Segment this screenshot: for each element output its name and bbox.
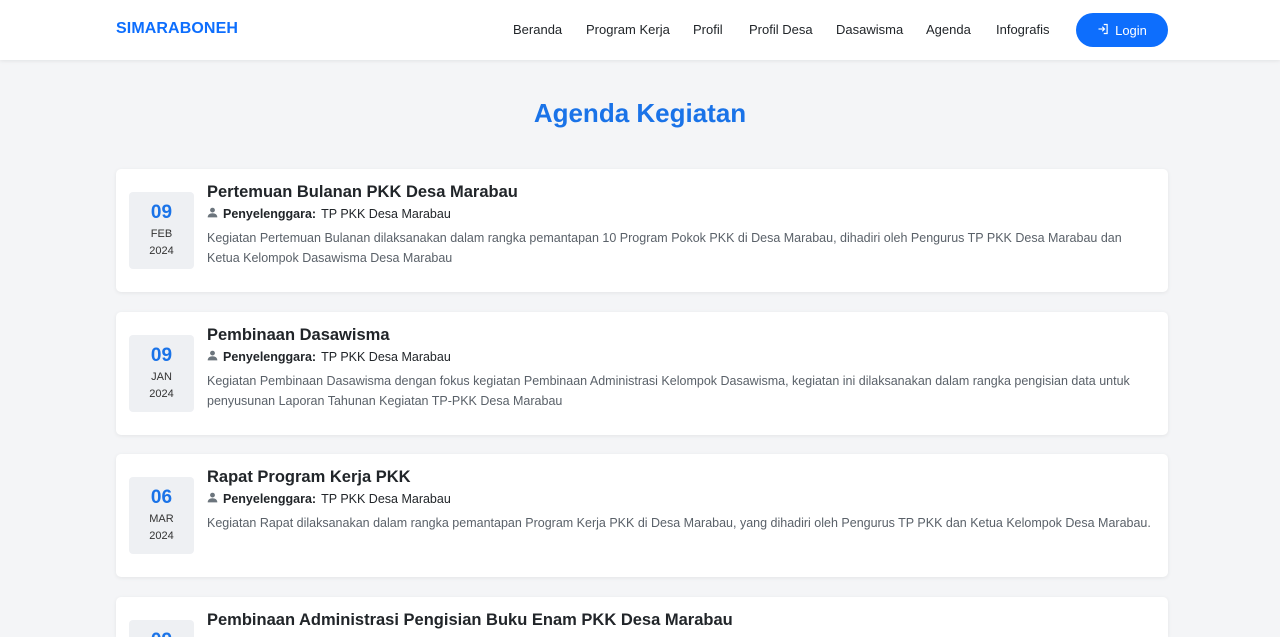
date-month: MAR (149, 513, 174, 525)
user-icon (207, 492, 218, 506)
organizer-row: Penyelenggara: TP PKK Desa Marabau (207, 492, 451, 506)
organizer-name: TP PKK Desa Marabau (321, 350, 451, 364)
date-year: 2024 (149, 245, 174, 257)
organizer-name: TP PKK Desa Marabau (321, 207, 451, 221)
nav-link-program-kerja[interactable]: Program Kerja (586, 22, 670, 37)
date-day: 09 (129, 630, 194, 637)
date-year: 2024 (149, 530, 174, 542)
agenda-title: Pertemuan Bulanan PKK Desa Marabau (207, 183, 518, 201)
login-button[interactable]: Login (1076, 13, 1168, 47)
date-badge: 09 (129, 620, 194, 637)
user-icon (207, 350, 218, 364)
organizer-row: Penyelenggara: TP PKK Desa Marabau (207, 350, 451, 364)
agenda-card: 09 JAN 2024 Pembinaan Dasawisma Penyelen… (116, 312, 1168, 435)
login-label: Login (1115, 22, 1147, 38)
date-year: 2024 (149, 388, 174, 400)
organizer-label: Penyelenggara: (223, 207, 317, 221)
date-badge: 09 FEB 2024 (129, 192, 194, 269)
nav-link-profil[interactable]: Profil (693, 22, 723, 37)
nav-link-agenda[interactable]: Agenda (926, 22, 971, 37)
organizer-name: TP PKK Desa Marabau (321, 492, 451, 506)
agenda-card: 09 Pembinaan Administrasi Pengisian Buku… (116, 597, 1168, 637)
agenda-description: Kegiatan Rapat dilaksanakan dalam rangka… (207, 516, 1151, 530)
date-month: FEB (150, 228, 173, 240)
date-month: JAN (151, 371, 172, 383)
agenda-description: Kegiatan Pertemuan Bulanan dilaksanakan … (207, 231, 1122, 265)
date-badge: 09 JAN 2024 (129, 335, 194, 412)
login-icon (1097, 23, 1109, 38)
navbar: SIMARABONEH Beranda Program Kerja Profil… (0, 0, 1280, 60)
date-badge: 06 MAR 2024 (129, 477, 194, 554)
organizer-row: Penyelenggara: TP PKK Desa Marabau (207, 207, 451, 221)
date-day: 06 (150, 487, 173, 508)
nav-link-infografis[interactable]: Infografis (996, 22, 1049, 37)
agenda-card: 06 MAR 2024 Rapat Program Kerja PKK Peny… (116, 454, 1168, 577)
date-day: 09 (150, 345, 173, 366)
nav-link-profil-desa[interactable]: Profil Desa (749, 22, 813, 37)
agenda-title: Pembinaan Dasawisma (207, 326, 390, 344)
user-icon (207, 207, 218, 221)
date-day: 09 (150, 202, 173, 223)
nav-link-beranda[interactable]: Beranda (513, 22, 562, 37)
agenda-card: 09 FEB 2024 Pertemuan Bulanan PKK Desa M… (116, 169, 1168, 292)
agenda-title: Pembinaan Administrasi Pengisian Buku En… (207, 611, 733, 629)
organizer-label: Penyelenggara: (223, 492, 317, 506)
nav-link-dasawisma[interactable]: Dasawisma (836, 22, 903, 37)
organizer-label: Penyelenggara: (223, 350, 317, 364)
page-title: Agenda Kegiatan (533, 98, 747, 128)
agenda-description: Kegiatan Pembinaan Dasawisma dengan foku… (207, 374, 1130, 408)
agenda-title: Rapat Program Kerja PKK (207, 468, 411, 486)
